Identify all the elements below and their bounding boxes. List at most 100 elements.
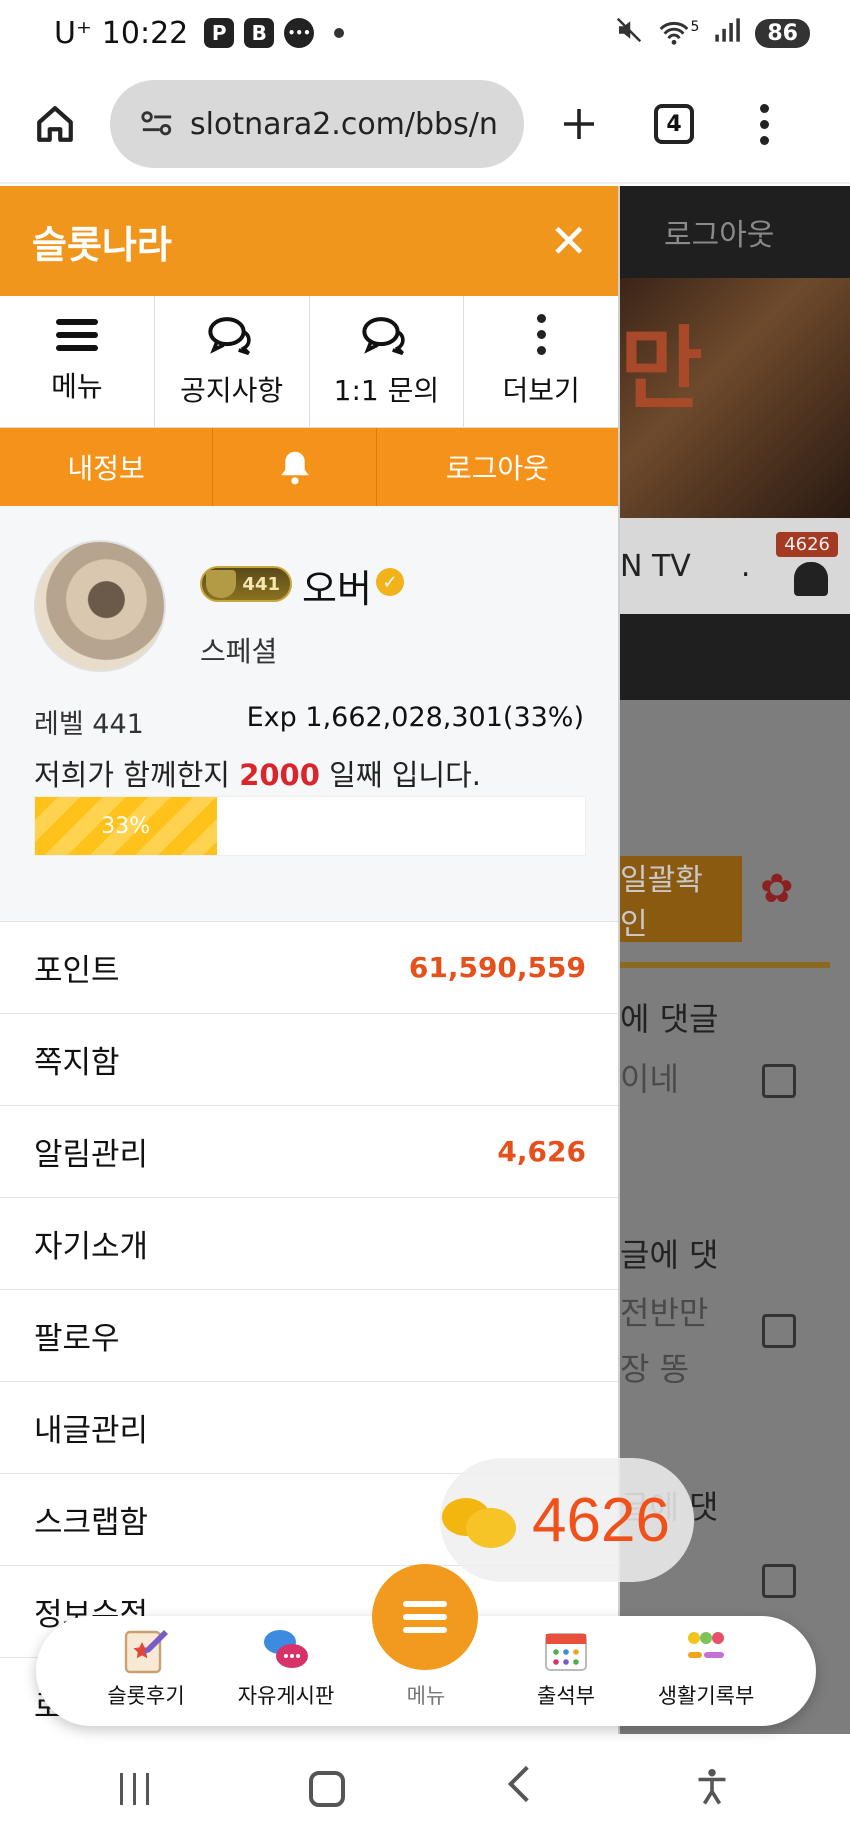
menu-item-follow[interactable]: 팔로우 <box>0 1290 618 1382</box>
address-bar[interactable]: slotnara2.com/bbs/n <box>110 80 524 168</box>
plus-icon <box>564 109 594 139</box>
chat-bubbles-icon <box>442 1492 518 1548</box>
message-icon: ••• <box>284 18 315 48</box>
dock-item-life-record[interactable]: 생활기록부 <box>636 1624 776 1710</box>
wifi-label: 5 <box>690 19 700 35</box>
back-button[interactable] <box>504 1764 534 1815</box>
dock-item-free-board[interactable]: 자유게시판 <box>216 1624 356 1710</box>
membership-day-count: 2000 <box>239 758 320 792</box>
menu-item-label: 내글관리 <box>34 1413 149 1449</box>
battery-indicator: 86 <box>755 18 810 48</box>
my-info-button[interactable]: 내정보 <box>0 428 214 506</box>
bg-checkbox <box>762 1314 796 1348</box>
bg-text-line: 이네 <box>620 1060 679 1098</box>
bg-banner-text: 만 <box>620 317 703 422</box>
level-badge-number: 441 <box>242 573 280 595</box>
floating-notification-button[interactable]: 4626 <box>440 1458 694 1582</box>
home-button[interactable] <box>0 65 110 183</box>
quick-menu-button[interactable]: 메뉴 <box>0 296 155 427</box>
system-home-button[interactable] <box>308 1771 345 1807</box>
home-icon <box>37 106 73 142</box>
browser-menu-button[interactable] <box>714 103 814 145</box>
wifi-icon: 5 <box>658 19 699 47</box>
drawer-header: 슬롯나라 ✕ <box>0 186 618 296</box>
profile-card: 441 오버 ✓ 스페셜 레벨 441 Exp 1,662,028,301(33… <box>0 506 618 922</box>
menu-item-label: 포인트 <box>34 953 120 989</box>
menu-item-value: 61,590,559 <box>408 951 586 984</box>
logout-button[interactable]: 로그아웃 <box>377 428 618 506</box>
close-icon[interactable]: ✕ <box>549 218 588 264</box>
calendar-icon <box>540 1624 592 1676</box>
bell-icon <box>794 562 828 596</box>
drawer-quick-menu: 메뉴 공지사항 1:1 문의 더보기 <box>0 296 618 428</box>
status-bar: U⁺ 10:22 P B ••• 5 86 <box>0 0 850 66</box>
kebab-dot <box>759 135 769 145</box>
tab-count: 4 <box>654 104 694 144</box>
drawer-menu-list: 포인트 61,590,559 쪽지함 알림관리 4,626 자기소개 팔로우 내… <box>0 922 618 1734</box>
quick-inquiry-button[interactable]: 1:1 문의 <box>310 296 465 427</box>
accessibility-button[interactable] <box>694 1767 730 1811</box>
signal-icon <box>713 16 741 51</box>
quick-inquiry-label: 1:1 문의 <box>333 373 440 407</box>
menu-item-notifications[interactable]: 알림관리 4,626 <box>0 1106 618 1198</box>
membership-days: 저희가 함께한지 2000 일째 입니다. <box>34 752 481 794</box>
logout-label: 로그아웃 <box>445 452 549 485</box>
bell-icon <box>280 451 309 485</box>
user-nickname: 오버 <box>302 567 372 611</box>
my-info-label: 내정보 <box>67 452 145 485</box>
dock-item-label: 슬롯후기 <box>107 1684 185 1708</box>
avatar[interactable] <box>34 540 166 672</box>
notification-app-icon: B <box>244 18 275 48</box>
site-settings-icon[interactable] <box>140 109 174 139</box>
membership-suffix: 일째 입니다. <box>319 758 481 792</box>
dock-item-label: 메뉴 <box>406 1684 446 1708</box>
menu-item-messages[interactable]: 쪽지함 <box>0 1014 618 1106</box>
level-badge: 441 <box>200 566 292 602</box>
dock-item-label: 출석부 <box>537 1684 595 1708</box>
quick-notice-label: 공지사항 <box>180 373 284 407</box>
menu-item-label: 쪽지함 <box>34 1045 120 1081</box>
kebab-dot <box>759 103 769 113</box>
user-exp: Exp 1,662,028,301(33%) <box>246 702 584 733</box>
exp-progress-fill: 33% <box>35 797 217 855</box>
menu-item-introduction[interactable]: 자기소개 <box>0 1198 618 1290</box>
quick-menu-label: 메뉴 <box>51 369 103 403</box>
exp-progress-label: 33% <box>101 813 151 839</box>
recents-button[interactable] <box>119 1773 149 1805</box>
new-tab-button[interactable] <box>524 106 634 142</box>
menu-item-points[interactable]: 포인트 61,590,559 <box>0 922 618 1014</box>
bg-tv-text: N TV <box>620 548 691 584</box>
bg-checkbox <box>762 1064 796 1098</box>
bg-text-line: 전반만 <box>620 1294 709 1332</box>
bg-text-line: 글에 댓 <box>620 1236 719 1274</box>
bg-logout-link: 로그아웃 <box>664 218 775 253</box>
bg-text-line: 에 댓글 <box>620 1000 719 1038</box>
bg-notification-badge: 4626 <box>776 532 838 557</box>
menu-item-value: 4,626 <box>497 1135 586 1168</box>
shield-icon <box>206 570 236 598</box>
hamburger-icon <box>403 1601 447 1633</box>
bg-mark-all-label: 일괄확인 <box>620 863 703 942</box>
dock-item-slot-review[interactable]: 슬롯후기 <box>76 1624 216 1710</box>
drawer-title: 슬롯나라 <box>32 222 172 267</box>
carrier-label: U⁺ <box>54 15 92 51</box>
dock-menu-button[interactable] <box>372 1564 478 1670</box>
bg-text-line: 장 똥 <box>620 1350 690 1388</box>
notification-count: 4626 <box>532 1485 670 1555</box>
bg-mark-all-button: 일괄확인 <box>620 856 742 942</box>
dock-item-attendance[interactable]: 출석부 <box>496 1624 636 1710</box>
more-vertical-icon <box>536 314 546 355</box>
quick-more-button[interactable]: 더보기 <box>464 296 618 427</box>
browser-toolbar: slotnara2.com/bbs/n 4 <box>0 66 850 184</box>
quick-notice-button[interactable]: 공지사항 <box>155 296 310 427</box>
chat-icon <box>362 316 406 355</box>
user-grade: 스페셜 <box>200 635 278 668</box>
tab-switcher-button[interactable]: 4 <box>634 104 714 144</box>
menu-item-label: 알림관리 <box>34 1137 149 1173</box>
bg-tv-dot: . <box>740 548 751 584</box>
notifications-button[interactable] <box>213 428 377 506</box>
notification-app-icon: P <box>204 18 235 48</box>
bg-checkbox <box>762 1564 796 1598</box>
menu-item-label: 팔로우 <box>34 1321 120 1357</box>
status-time: 10:22 <box>101 15 189 51</box>
